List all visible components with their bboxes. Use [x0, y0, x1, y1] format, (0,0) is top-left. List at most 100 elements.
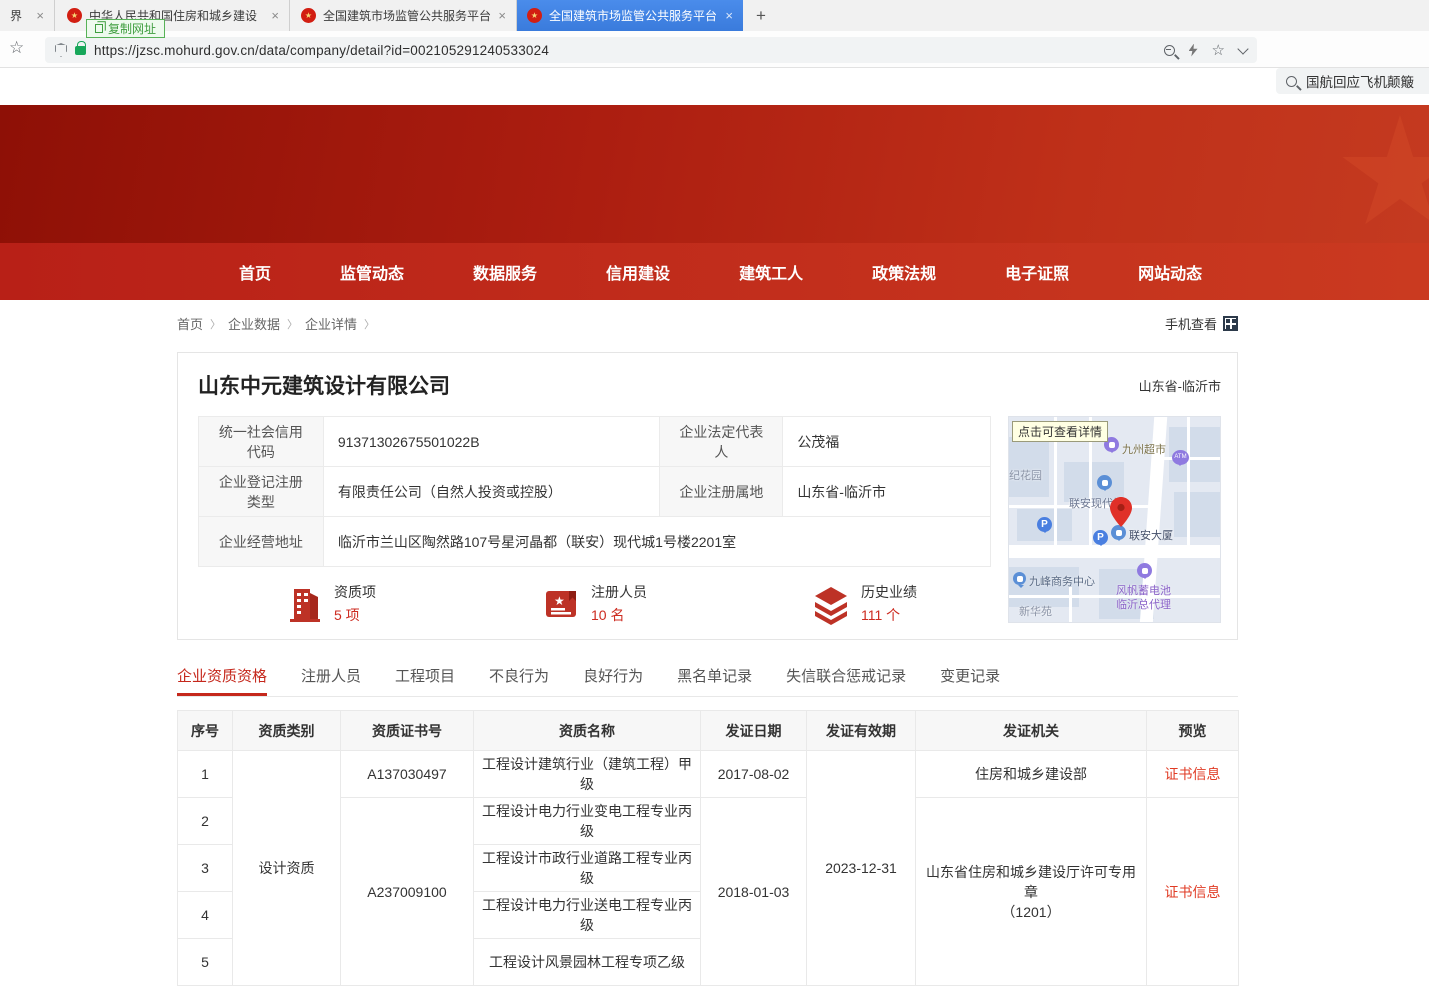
qualification-name: 工程设计风景园林工程专项乙级 [474, 939, 701, 986]
browser-url-bar: ☆ https://jzsc.mohurd.gov.cn/data/compan… [0, 31, 1429, 68]
tab-projects[interactable]: 工程项目 [395, 665, 455, 696]
tab-close-icon[interactable]: × [271, 8, 279, 23]
decor-star [1340, 115, 1429, 235]
table-row: 统一社会信用代码 91371302675501022B 企业法定代表人 公茂福 [199, 417, 991, 467]
expiry-date: 2023-12-31 [807, 751, 916, 986]
main-nav: 首页 监管动态 数据服务 信用建设 建筑工人 政策法规 电子证照 网站动态 [0, 243, 1429, 300]
stat-value[interactable]: 111 个 [861, 605, 917, 625]
poi-label: 联安大厦 [1129, 527, 1173, 543]
business-pin-icon [1013, 572, 1026, 585]
location-map[interactable]: 点击可查看详情 九州超市 ATM 纪花园 联安现代城 P P 联安大厦 九峰商务… [1008, 416, 1221, 623]
tab-blacklist[interactable]: 黑名单记录 [677, 665, 752, 696]
col-header: 资质类别 [233, 711, 341, 751]
tab-qualifications[interactable]: 企业资质资格 [177, 665, 267, 696]
qualification-name: 工程设计市政行业道路工程专业丙级 [474, 845, 701, 892]
stat-label: 注册人员 [591, 582, 647, 602]
qualification-category: 设计资质 [233, 751, 341, 986]
detail-tab-bar: 企业资质资格 注册人员 工程项目 不良行为 良好行为 黑名单记录 失信联合惩戒记… [177, 665, 1238, 697]
atm-pin-icon: ATM [1172, 450, 1189, 465]
poi-label: 纪花园 [1009, 467, 1042, 483]
certificate-icon: ★ [541, 583, 581, 625]
issue-date: 2018-01-03 [701, 798, 807, 986]
col-header: 发证有效期 [807, 711, 916, 751]
nav-e-license[interactable]: 电子证照 [1005, 260, 1069, 284]
mobile-view-button[interactable]: 手机查看 [1165, 314, 1238, 333]
site-header: ★ 中华人民共和国住房和城乡建设部 www.mohurd.gov.cn 全国建筑… [0, 105, 1429, 243]
flash-icon[interactable] [1189, 44, 1198, 57]
lock-icon [75, 46, 86, 55]
qr-code-icon [1223, 316, 1238, 331]
shield-icon[interactable] [55, 43, 67, 57]
tab-registered-personnel[interactable]: 注册人员 [301, 665, 361, 696]
col-header: 资质名称 [474, 711, 701, 751]
col-header: 发证机关 [916, 711, 1147, 751]
nav-workers[interactable]: 建筑工人 [739, 260, 803, 284]
row-no: 4 [178, 892, 233, 939]
certificate-no: A237009100 [341, 798, 474, 986]
nav-supervision[interactable]: 监管动态 [340, 260, 404, 284]
crumb-company-data[interactable]: 企业数据 [228, 314, 280, 333]
browser-search-text[interactable]: 国航回应飞机颠簸 [1306, 71, 1414, 91]
svg-text:★: ★ [554, 594, 565, 608]
tab-change-records[interactable]: 变更记录 [940, 665, 1000, 696]
building-pin-icon [1111, 525, 1126, 540]
parking-pin-icon: P [1037, 517, 1052, 532]
nav-site-news[interactable]: 网站动态 [1138, 260, 1202, 284]
stat-value[interactable]: 5 项 [334, 605, 376, 625]
field-value: 公茂福 [783, 417, 991, 467]
qualification-table: 序号 资质类别 资质证书号 资质名称 发证日期 发证有效期 发证机关 预览 1 … [177, 710, 1239, 986]
qualification-name: 工程设计建筑行业（建筑工程）甲级 [474, 751, 701, 798]
field-value: 有限责任公司（自然人投资或控股） [323, 467, 660, 517]
company-name: 山东中元建筑设计有限公司 [198, 370, 450, 400]
browser-tab-active[interactable]: ★ 全国建筑市场监管公共服务平台 × [517, 0, 743, 31]
browser-window: 界 × ★ 中华人民共和国住房和城乡建设 × ★ 全国建筑市场监管公共服务平台 … [0, 0, 1429, 996]
zoom-out-icon[interactable] [1164, 45, 1175, 56]
tab-title: 全国建筑市场监管公共服务平台 [549, 7, 717, 24]
browser-tab[interactable]: 界 × [0, 0, 55, 31]
tab-title: 界 [10, 7, 22, 24]
copy-url-tooltip: 复制网址 [86, 19, 165, 38]
nav-data-service[interactable]: 数据服务 [473, 260, 537, 284]
table-header-row: 序号 资质类别 资质证书号 资质名称 发证日期 发证有效期 发证机关 预览 [178, 711, 1239, 751]
search-icon [1286, 76, 1297, 87]
new-tab-button[interactable]: + [749, 4, 773, 28]
favorite-star-icon[interactable]: ☆ [1212, 41, 1225, 59]
table-row: 1 设计资质 A137030497 工程设计建筑行业（建筑工程）甲级 2017-… [178, 751, 1239, 798]
poi-label: 临沂总代理 [1116, 596, 1171, 612]
tab-close-icon[interactable]: × [498, 8, 506, 23]
tab-close-icon[interactable]: × [725, 8, 733, 23]
tab-close-icon[interactable]: × [36, 8, 44, 23]
qualification-name: 工程设计电力行业变电工程专业丙级 [474, 798, 701, 845]
table-row: 企业经营地址 临沂市兰山区陶然路107号星河晶都（联安）现代城1号楼2201室 [199, 517, 991, 567]
parking-pin-icon: P [1093, 530, 1108, 545]
poi-label: 九峰商务中心 [1029, 573, 1095, 589]
row-no: 5 [178, 939, 233, 986]
col-header: 发证日期 [701, 711, 807, 751]
row-no: 2 [178, 798, 233, 845]
tab-bad-behavior[interactable]: 不良行为 [489, 665, 549, 696]
chevron-down-icon[interactable] [1237, 43, 1248, 54]
nav-policy[interactable]: 政策法规 [872, 260, 936, 284]
row-no: 3 [178, 845, 233, 892]
certificate-info-link[interactable]: 证书信息 [1165, 766, 1221, 782]
crumb-company-detail[interactable]: 企业详情 [305, 314, 357, 333]
field-label: 统一社会信用代码 [199, 417, 324, 467]
address-field[interactable]: https://jzsc.mohurd.gov.cn/data/company/… [45, 37, 1257, 63]
stat-value[interactable]: 10 名 [591, 605, 647, 625]
nav-home[interactable]: 首页 [239, 260, 271, 284]
bookmark-star-icon[interactable]: ☆ [9, 38, 24, 58]
tab-good-behavior[interactable]: 良好行为 [583, 665, 643, 696]
tab-dishonesty-records[interactable]: 失信联合惩戒记录 [786, 665, 906, 696]
browser-tab[interactable]: ★ 全国建筑市场监管公共服务平台 × [291, 0, 517, 31]
certificate-info-link[interactable]: 证书信息 [1165, 884, 1221, 900]
nav-credit[interactable]: 信用建设 [606, 260, 670, 284]
company-location-marker[interactable] [1110, 497, 1132, 527]
url-text[interactable]: https://jzsc.mohurd.gov.cn/data/company/… [94, 43, 549, 58]
browser-search-box[interactable]: 国航回应飞机颠簸 [1276, 68, 1429, 94]
crumb-home[interactable]: 首页 [177, 314, 203, 333]
issuing-authority: 山东省住房和城乡建设厅许可专用章 （1201） [916, 798, 1147, 986]
field-label: 企业注册属地 [660, 467, 783, 517]
tab-title: 全国建筑市场监管公共服务平台 [323, 7, 491, 24]
stat-label: 历史业绩 [861, 582, 917, 602]
battery-shop-pin-icon [1137, 563, 1152, 578]
